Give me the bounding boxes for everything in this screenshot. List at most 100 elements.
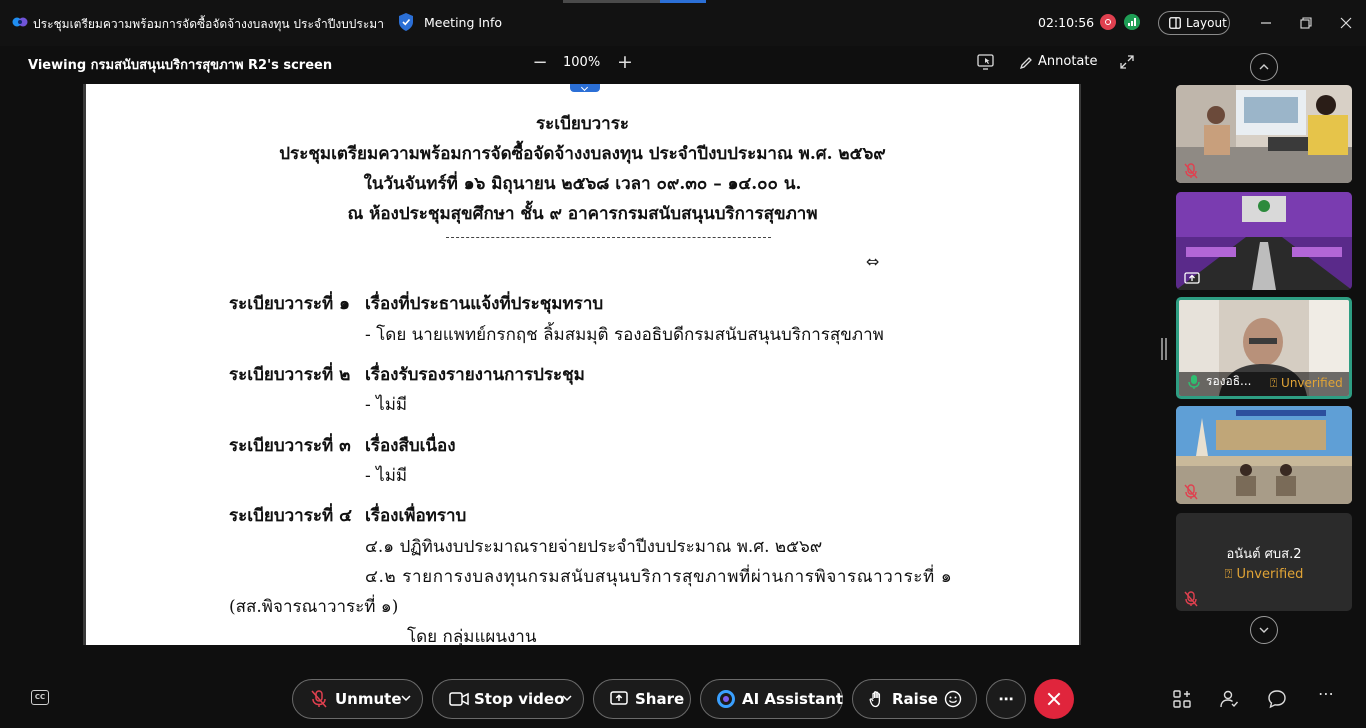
participant-name: รองอธิ...	[1206, 374, 1252, 388]
unverified-label: Unverified	[1281, 376, 1343, 390]
mic-on-icon	[1188, 375, 1200, 389]
doc-meeting-date: ในวันจันทร์ที่ ๑๖ มิถุนายน ๒๕๖๘ เวลา ๐๙.…	[363, 174, 802, 194]
chevron-down-icon[interactable]	[562, 694, 572, 702]
raise-hand-icon	[869, 691, 881, 708]
reactions-icon[interactable]	[944, 690, 962, 708]
more-options-button[interactable]: ⋯	[986, 679, 1026, 719]
agenda-2-title: เรื่องรับรองรายงานการประชุม	[365, 365, 585, 385]
participants-apps-icon[interactable]	[1172, 689, 1192, 709]
heading-divider	[446, 237, 771, 238]
participant-video	[1176, 85, 1352, 183]
unverified-label: Unverified	[1236, 567, 1304, 582]
gallery-scroll-up-button[interactable]	[1250, 53, 1278, 81]
doc-meeting-title: ประชุมเตรียมความพร้อมการจัดซื้อจัดจ้างงบ…	[279, 144, 886, 164]
participant-video	[1176, 406, 1352, 504]
stop-video-label: Stop video	[474, 690, 565, 708]
mic-muted-icon	[1184, 591, 1198, 607]
minimize-icon[interactable]	[1256, 13, 1276, 33]
participant-name: อนันต์ ศบส.2	[1226, 547, 1302, 562]
layout-label: Layout	[1186, 16, 1227, 30]
share-toolbar: Viewing กรมสนับสนุนบริการสุขภาพ R2's scr…	[0, 46, 1150, 82]
chevron-up-icon	[1259, 64, 1269, 70]
zoom-level[interactable]: 100%	[563, 55, 600, 70]
agenda-4-item-1: ๔.๑ ปฏิทินงบประมาณรายจ่ายประจำปีงบประมาณ…	[365, 537, 823, 557]
agenda-3-title: เรื่องสืบเนื่อง	[365, 436, 456, 456]
mic-muted-icon	[1184, 484, 1198, 500]
agenda-4-item-2-presenter: โดย กลุ่มแผนงาน	[407, 627, 537, 645]
agenda-1-detail: - โดย นายแพทย์กรกฤช ลิ้มสมมุติ รองอธิบดี…	[365, 325, 884, 345]
participants-icon[interactable]	[1219, 689, 1239, 709]
mic-muted-icon	[1184, 163, 1198, 179]
agenda-1-title: เรื่องที่ประธานแจ้งที่ประชุมทราบ	[365, 294, 604, 314]
unverified-badge: ⍰ Unverified	[1270, 376, 1343, 391]
chevron-down-icon	[1259, 627, 1269, 633]
pen-icon	[1019, 57, 1032, 70]
remote-control-icon[interactable]	[977, 54, 995, 70]
annotate-label: Annotate	[1038, 54, 1098, 69]
agenda-4-item-2: ๔.๒ รายการงบลงทุนกรมสนับสนุนบริการสุขภาพ…	[365, 567, 953, 587]
doc-meeting-place: ณ ห้องประชุมสุขศึกษา ชั้น ๙ อาคารกรมสนับ…	[347, 204, 818, 224]
layout-icon	[1169, 17, 1181, 29]
webex-logo-icon	[12, 17, 28, 27]
close-icon[interactable]	[1336, 13, 1356, 33]
gallery-scroll-down-button[interactable]	[1250, 616, 1278, 644]
shield-icon[interactable]	[397, 12, 415, 32]
doc-heading: ระเบียบวาระ	[536, 114, 629, 134]
screen-share-icon	[1184, 272, 1200, 284]
more-options-label: ⋯	[998, 690, 1014, 708]
share-button[interactable]: Share	[593, 679, 691, 719]
unmute-button[interactable]: Unmute	[292, 679, 423, 719]
share-label: Share	[635, 690, 685, 708]
meeting-controls: CC Unmute Stop video Share AI Assistant	[0, 660, 1366, 728]
zoom-in-button[interactable]: +	[615, 51, 635, 73]
agenda-4-label: ระเบียบวาระที่ ๔	[229, 506, 352, 526]
agenda-4-item-2-continued: (สส.พิจารณาวาระที่ ๑)	[229, 597, 399, 617]
participant-tile[interactable]	[1176, 85, 1352, 183]
unmute-label: Unmute	[335, 690, 402, 708]
agenda-4-title: เรื่องเพื่อทราบ	[365, 506, 467, 526]
collapse-toolbar-tab[interactable]	[570, 84, 600, 92]
shared-document: ระเบียบวาระ ประชุมเตรียมความพร้อมการจัดซ…	[83, 84, 1081, 645]
agenda-3-detail: - ไม่มี	[365, 466, 408, 486]
closed-captions-icon[interactable]: CC	[31, 690, 49, 705]
viewing-label: Viewing กรมสนับสนุนบริการสุขภาพ R2's scr…	[28, 58, 333, 73]
agenda-2-label: ระเบียบวาระที่ ๒	[229, 365, 351, 385]
participant-tile[interactable]	[1176, 192, 1352, 290]
meeting-info-button[interactable]: Meeting Info	[424, 15, 502, 30]
title-bar: ประชุมเตรียมความพร้อมการจัดซื้อจัดจ้างงบ…	[0, 0, 1366, 46]
ai-assistant-button[interactable]: AI Assistant	[700, 679, 843, 719]
network-health-icon[interactable]	[1124, 14, 1140, 30]
participant-tile[interactable]	[1176, 406, 1352, 504]
chevron-down-icon[interactable]	[401, 694, 411, 702]
agenda-1-label: ระเบียบวาระที่ ๑	[229, 294, 350, 314]
participant-tile[interactable]: อนันต์ ศบส.2 ⍰ Unverified	[1176, 513, 1352, 611]
video-camera-icon	[449, 692, 469, 706]
shared-window-tab-indicator	[660, 0, 706, 3]
more-panels-button[interactable]: ⋯	[1318, 684, 1334, 703]
participant-video	[1176, 192, 1352, 290]
question-circle-icon: ⍰	[1224, 567, 1233, 582]
fullscreen-icon[interactable]	[1119, 54, 1135, 70]
raise-label: Raise	[892, 690, 938, 708]
chat-icon[interactable]	[1267, 689, 1287, 709]
meeting-title: ประชุมเตรียมความพร้อมการจัดซื้อจัดจ้างงบ…	[33, 17, 385, 31]
restore-icon[interactable]	[1296, 13, 1316, 33]
zoom-out-button[interactable]: −	[530, 52, 550, 74]
share-screen-icon	[610, 691, 628, 705]
raise-hand-button[interactable]: Raise	[852, 679, 977, 719]
leave-meeting-button[interactable]	[1034, 679, 1074, 719]
layout-button[interactable]: Layout	[1158, 11, 1230, 35]
stop-video-button[interactable]: Stop video	[432, 679, 584, 719]
recording-icon[interactable]	[1100, 14, 1116, 30]
mic-muted-icon	[311, 690, 327, 708]
ai-assistant-icon	[717, 690, 735, 708]
agenda-2-detail: - ไม่มี	[365, 395, 408, 415]
gallery-resize-handle[interactable]	[1161, 338, 1167, 360]
meeting-clock: 02:10:56	[1038, 15, 1095, 30]
annotate-button[interactable]: Annotate	[1019, 54, 1098, 70]
ai-assistant-label: AI Assistant	[742, 690, 844, 708]
question-circle-icon: ⍰	[1270, 376, 1278, 390]
participant-tile-active-speaker[interactable]: รองอธิ... ⍰ Unverified	[1176, 297, 1352, 399]
agenda-3-label: ระเบียบวาระที่ ๓	[229, 436, 351, 456]
resize-cursor-icon: ⇔	[866, 252, 880, 271]
